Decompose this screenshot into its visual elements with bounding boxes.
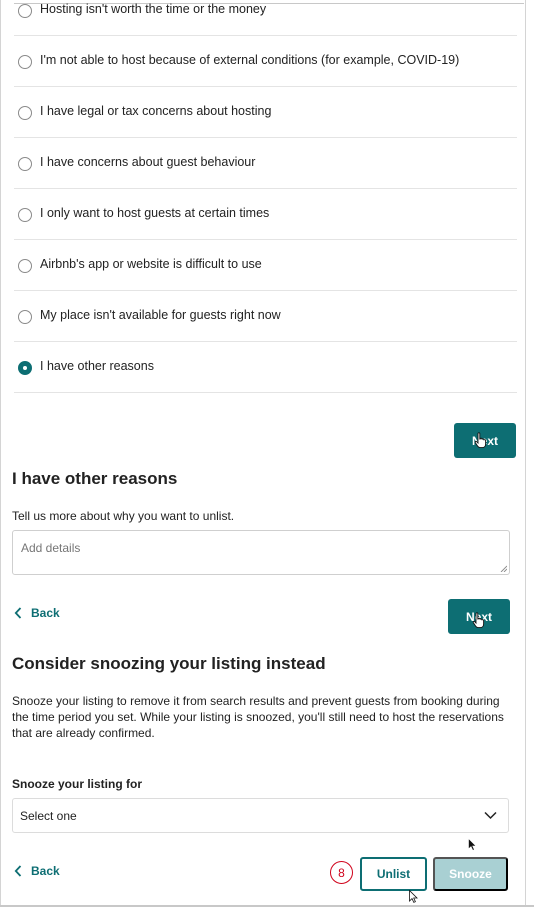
reason-option-label: I have concerns about guest behaviour [40, 155, 256, 169]
reason-option[interactable]: I'm not able to host because of external… [14, 36, 517, 87]
back-button[interactable]: Back [14, 606, 60, 620]
unlist-button[interactable]: Unlist [360, 857, 427, 891]
reason-option[interactable]: Airbnb's app or website is difficult to … [14, 240, 517, 291]
next-button[interactable]: Next [454, 423, 516, 458]
other-reasons-prompt: Tell us more about why you want to unlis… [12, 509, 235, 523]
chevron-left-icon [14, 865, 22, 877]
radio-button[interactable] [18, 157, 32, 171]
reason-option[interactable]: I have concerns about guest behaviour [14, 138, 517, 189]
back-button-label: Back [31, 864, 60, 878]
reason-option-label: Hosting isn't worth the time or the mone… [40, 2, 267, 16]
snooze-duration-select[interactable]: Select one [12, 798, 509, 833]
step-number-badge: 8 [330, 861, 353, 884]
window-border-left [0, 0, 1, 907]
reason-option-label: I have legal or tax concerns about hosti… [40, 104, 272, 118]
reason-option-label: I have other reasons [40, 359, 154, 373]
resize-handle-icon[interactable] [500, 565, 507, 572]
snooze-duration-value: Select one [20, 809, 77, 823]
chevron-left-icon [14, 607, 22, 619]
window-border-right [525, 0, 526, 907]
back-button-label: Back [31, 606, 60, 620]
unlist-reason-radio-group: Hosting isn't worth the time or the mone… [14, 0, 517, 393]
radio-button[interactable] [18, 310, 32, 324]
chevron-down-icon [484, 811, 497, 820]
reason-option-label: I only want to host guests at certain ti… [40, 206, 270, 220]
back-button[interactable]: Back [14, 864, 60, 878]
snooze-duration-label: Snooze your listing for [12, 777, 143, 791]
radio-button[interactable] [18, 4, 32, 18]
arrow-pointer-icon [409, 890, 418, 903]
next-button[interactable]: Next [448, 599, 510, 634]
reason-option[interactable]: My place isn't available for guests righ… [14, 291, 517, 342]
radio-button[interactable] [18, 259, 32, 273]
radio-button[interactable] [18, 55, 32, 69]
reason-option[interactable]: I have legal or tax concerns about hosti… [14, 87, 517, 138]
arrow-pointer-icon [468, 838, 477, 851]
radio-button[interactable] [18, 208, 32, 222]
snooze-description: Snooze your listing to remove it from se… [12, 694, 504, 740]
reason-option-label: Airbnb's app or website is difficult to … [40, 257, 262, 271]
reason-option-label: My place isn't available for guests righ… [40, 308, 281, 322]
snooze-button[interactable]: Snooze [433, 857, 508, 891]
radio-button-checked[interactable] [18, 361, 32, 375]
reason-option-label: I'm not able to host because of external… [40, 53, 460, 67]
details-placeholder: Add details [21, 541, 81, 555]
radio-button[interactable] [18, 106, 32, 120]
details-textarea[interactable]: Add details [12, 530, 510, 575]
other-reasons-heading: I have other reasons [12, 469, 178, 488]
snooze-heading: Consider snoozing your listing instead [12, 654, 326, 673]
reason-option[interactable]: I only want to host guests at certain ti… [14, 189, 517, 240]
reason-option-selected[interactable]: I have other reasons [14, 342, 517, 393]
reason-option[interactable]: Hosting isn't worth the time or the mone… [14, 0, 517, 36]
